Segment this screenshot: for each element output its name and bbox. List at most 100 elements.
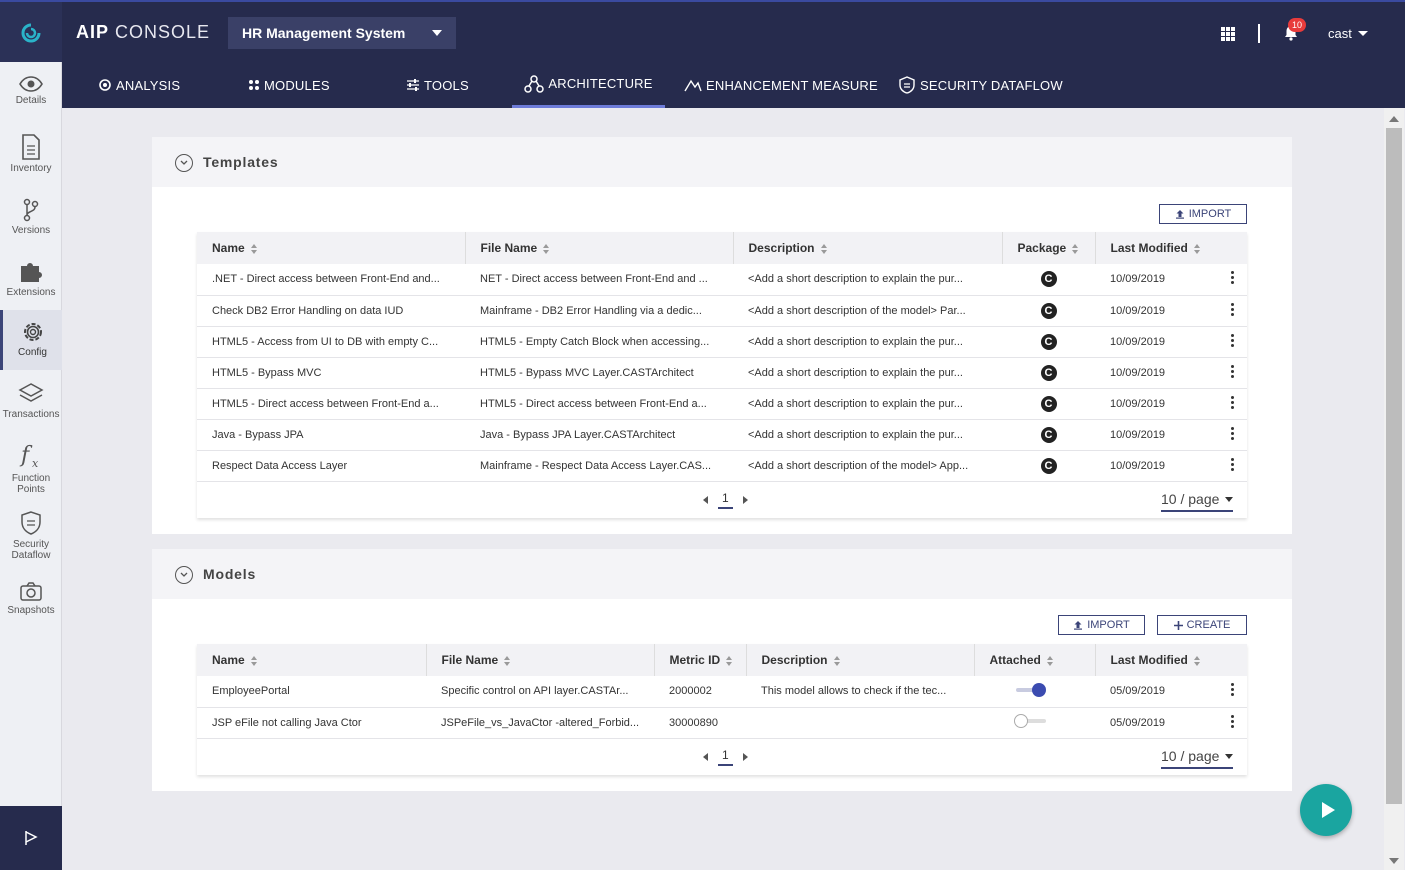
more-options-icon[interactable] [1230,394,1234,411]
tab-architecture[interactable]: ARCHITECTURE [512,62,665,108]
document-icon [22,134,40,160]
user-menu[interactable]: cast [1328,26,1352,41]
sidebar-item-snapshots[interactable]: Snapshots [0,582,62,626]
run-analysis-button[interactable] [1300,784,1352,836]
more-options-icon[interactable] [1230,456,1234,473]
more-options-icon[interactable] [1230,681,1234,698]
enhancement-icon [684,79,702,92]
table-row[interactable]: HTML5 - Bypass MVC HTML5 - Bypass MVC Lay… [197,357,1247,389]
attached-toggle[interactable] [1014,713,1048,729]
table-row[interactable]: EmployeePortal Specific control on API la… [197,676,1247,708]
sidebar-item-inventory[interactable]: Inventory [0,134,62,184]
models-panel-header[interactable]: Models [152,549,1292,599]
sidebar-item-config[interactable]: Config [0,310,62,370]
models-page-size[interactable]: 10 / page [1161,748,1234,769]
prev-page-icon[interactable] [703,496,708,504]
more-options-icon[interactable] [1230,363,1234,380]
apps-grid-icon[interactable] [1221,27,1235,41]
tab-security-dataflow[interactable]: SECURITY DATAFLOW [898,62,1063,108]
logo[interactable] [0,2,62,64]
more-options-icon[interactable] [1230,713,1234,730]
col-description[interactable]: Description [746,644,975,676]
models-table: Name File Name Metric ID Description Att… [197,644,1247,739]
tab-modules-label: MODULES [264,77,330,93]
sidebar-item-extensions[interactable]: Extensions [0,258,62,308]
models-create-button[interactable]: CREATE [1157,615,1247,635]
col-last-modified[interactable]: Last Modified [1095,644,1247,676]
col-metric-id[interactable]: Metric ID [654,644,747,676]
scroll-down-icon[interactable] [1389,858,1399,864]
eye-icon [19,76,43,92]
table-row[interactable]: Check DB2 Error Handling on data IUD Main… [197,295,1247,327]
collapse-icon[interactable] [175,154,193,172]
tab-analysis[interactable]: ANALYSIS [98,62,180,108]
col-last-modified[interactable]: Last Modified [1095,232,1247,264]
next-page-icon[interactable] [742,753,748,761]
import-label: IMPORT [1087,619,1130,631]
sidebar-item-details[interactable]: Details [0,76,62,126]
application-selector[interactable]: HR Management System [228,17,456,49]
row-actions[interactable] [1217,388,1247,420]
row-actions[interactable] [1217,295,1247,327]
sidebar-item-security-dataflow[interactable]: Security Dataflow [0,510,62,570]
sort-icon [1193,243,1201,254]
sort-icon [250,655,258,666]
more-options-icon[interactable] [1230,332,1234,349]
tab-modules[interactable]: MODULES [248,62,330,108]
cell-name: HTML5 - Direct access between Front-End … [197,388,465,420]
svg-text:x: x [32,457,39,470]
row-actions[interactable] [1217,676,1247,708]
row-actions[interactable] [1217,450,1247,482]
tab-tools[interactable]: TOOLS [406,62,469,108]
col-file-name[interactable]: File Name [426,644,655,676]
attached-toggle[interactable] [1014,682,1048,698]
col-attached[interactable]: Attached [974,644,1096,676]
templates-panel-header[interactable]: Templates [152,137,1292,187]
col-name[interactable]: Name [197,232,466,264]
sidebar-footer-flag[interactable] [0,806,62,870]
page-number[interactable]: 1 [718,748,733,766]
page-number[interactable]: 1 [718,491,733,509]
camera-icon [20,582,42,601]
cast-package-icon: C [1040,302,1057,319]
templates-pagination: 1 [703,491,748,509]
vertical-scrollbar[interactable] [1384,108,1404,870]
sidebar-item-versions[interactable]: Versions [0,198,62,248]
cell-package: C [1002,295,1095,327]
collapse-icon[interactable] [175,566,193,584]
prev-page-icon[interactable] [703,753,708,761]
scroll-up-icon[interactable] [1389,116,1399,122]
sidebar-item-function-points[interactable]: fx Function Points [0,442,62,502]
table-row[interactable]: HTML5 - Direct access between Front-End … [197,388,1247,420]
cell-last-modified: 10/09/2019 [1095,357,1217,389]
next-page-icon[interactable] [742,496,748,504]
sidebar-item-transactions[interactable]: Transactions [0,382,62,432]
templates-page-size[interactable]: 10 / page [1161,491,1234,512]
col-package[interactable]: Package [1002,232,1096,264]
models-import-button[interactable]: IMPORT [1058,615,1145,635]
table-row[interactable]: JSP eFile not calling Java Ctor JSPeFile_… [197,707,1247,739]
table-row[interactable]: Java - Bypass JPA Java - Bypass JPA Layer… [197,419,1247,451]
col-description[interactable]: Description [733,232,1003,264]
cell-file-name: HTML5 - Bypass MVC Layer.CASTArchitect [465,357,733,389]
scroll-thumb[interactable] [1386,128,1402,804]
more-options-icon[interactable] [1230,301,1234,318]
cell-last-modified: 10/09/2019 [1095,264,1217,296]
col-file-name[interactable]: File Name [465,232,734,264]
row-actions[interactable] [1217,264,1247,296]
more-options-icon[interactable] [1230,425,1234,442]
table-row[interactable]: .NET - Direct access between Front-End a… [197,264,1247,296]
cell-file-name: NET - Direct access between Front-End an… [465,264,733,296]
more-options-icon[interactable] [1230,269,1234,286]
templates-import-button[interactable]: IMPORT [1159,204,1247,224]
row-actions[interactable] [1217,357,1247,389]
row-actions[interactable] [1217,707,1247,739]
row-actions[interactable] [1217,419,1247,451]
branch-icon [23,198,39,222]
col-name[interactable]: Name [197,644,427,676]
cell-attached [974,707,1095,739]
tab-enhancement-measure[interactable]: ENHANCEMENT MEASURE [684,62,878,108]
table-row[interactable]: Respect Data Access Layer Mainframe - Res… [197,450,1247,482]
row-actions[interactable] [1217,326,1247,358]
table-row[interactable]: HTML5 - Access from UI to DB with empty … [197,326,1247,358]
